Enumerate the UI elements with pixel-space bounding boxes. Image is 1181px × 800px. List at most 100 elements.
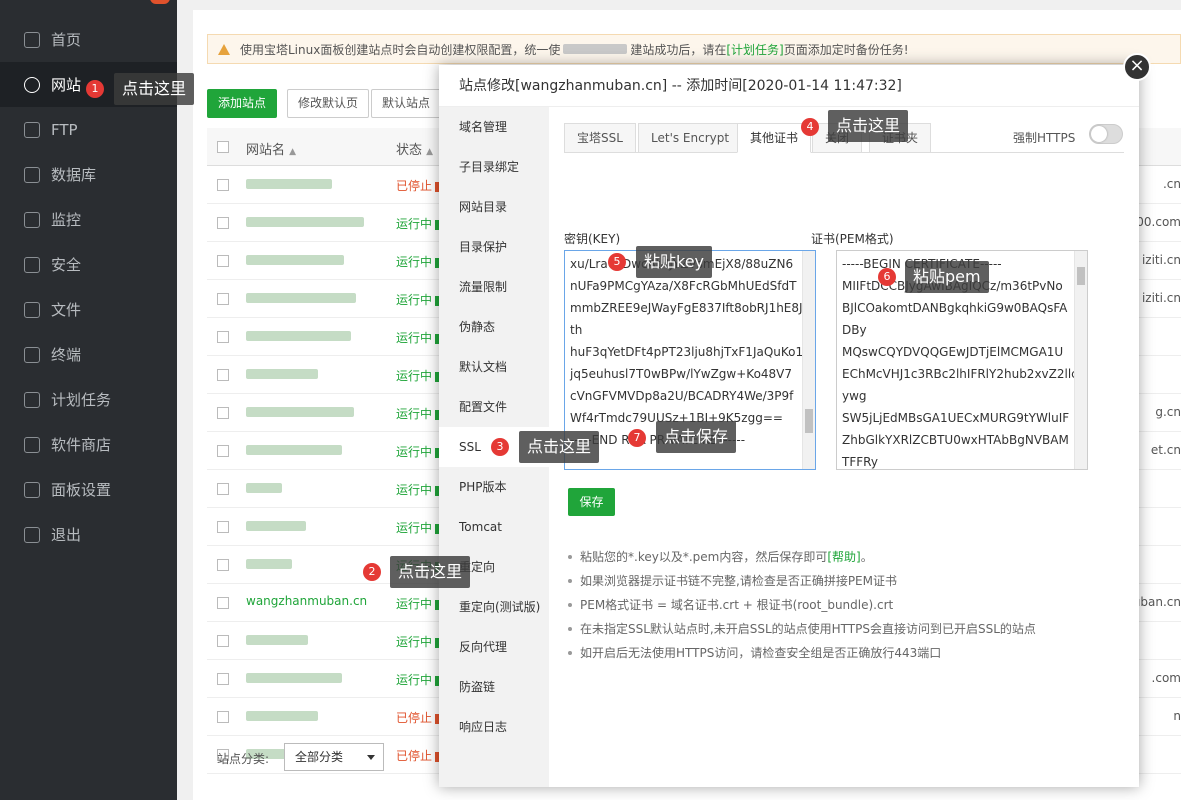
default-site-button[interactable]: 默认站点	[371, 89, 442, 118]
col-site-name[interactable]: 网站名 ▲	[246, 139, 296, 158]
modal-nav-domain[interactable]: 域名管理	[439, 107, 549, 147]
sidebar-item-logout[interactable]: 退出	[0, 512, 177, 557]
status-badge[interactable]: 已停止	[396, 747, 440, 764]
status-badge[interactable]: 运行中	[396, 443, 440, 460]
sidebar-item-cron[interactable]: 计划任务	[0, 377, 177, 422]
help-link[interactable]: [帮助]	[827, 550, 860, 564]
status-badge[interactable]: 运行中	[396, 671, 440, 688]
select-all-checkbox[interactable]	[217, 141, 229, 153]
sidebar-item-ftp[interactable]: FTP	[0, 107, 177, 152]
status-badge[interactable]: 运行中	[396, 595, 440, 612]
row-checkbox[interactable]	[217, 293, 229, 305]
row-checkbox[interactable]	[217, 635, 229, 647]
redacted-site-name[interactable]	[246, 673, 342, 683]
sidebar-item-store[interactable]: 软件商店	[0, 422, 177, 467]
modal-nav-site-dir[interactable]: 网站目录	[439, 187, 549, 227]
modal-nav-redirect-beta[interactable]: 重定向(测试版)	[439, 587, 549, 627]
pem-scrollbar[interactable]	[1074, 251, 1087, 469]
row-checkbox[interactable]	[217, 331, 229, 343]
status-badge[interactable]: 运行中	[396, 253, 440, 270]
status-badge[interactable]: 已停止	[396, 177, 440, 194]
status-badge[interactable]: 运行中	[396, 519, 440, 536]
redacted-site-name[interactable]	[246, 483, 282, 493]
row-checkbox[interactable]	[217, 711, 229, 723]
col-status[interactable]: 状态 ▲	[396, 139, 433, 158]
status-badge[interactable]: 运行中	[396, 405, 440, 422]
modal-nav-subdir[interactable]: 子目录绑定	[439, 147, 549, 187]
modal-nav-default-doc[interactable]: 默认文档	[439, 347, 549, 387]
modal-nav-config[interactable]: 配置文件	[439, 387, 549, 427]
modify-default-page-button[interactable]: 修改默认页	[287, 89, 370, 118]
row-checkbox[interactable]	[217, 597, 229, 609]
redacted-site-name[interactable]	[246, 407, 354, 417]
modal-nav-dir-protect[interactable]: 目录保护	[439, 227, 549, 267]
tab-bt-ssl[interactable]: 宝塔SSL	[564, 123, 636, 153]
redacted-site-name[interactable]	[246, 369, 318, 379]
gear-icon	[24, 481, 40, 498]
redacted-site-name[interactable]	[246, 255, 344, 265]
step-badge-3: 3	[491, 438, 509, 456]
sidebar-item-label: 软件商店	[51, 436, 112, 454]
row-checkbox[interactable]	[217, 255, 229, 267]
sidebar-item-settings[interactable]: 面板设置	[0, 467, 177, 512]
status-badge[interactable]: 已停止	[396, 709, 440, 726]
sidebar-item-home[interactable]: 首页	[0, 17, 177, 62]
row-checkbox[interactable]	[217, 369, 229, 381]
status-badge[interactable]: 运行中	[396, 329, 440, 346]
sidebar-item-label: 退出	[51, 526, 82, 544]
status-badge[interactable]: 运行中	[396, 215, 440, 232]
modal-nav-traffic[interactable]: 流量限制	[439, 267, 549, 307]
row-checkbox[interactable]	[217, 179, 229, 191]
sidebar-item-database[interactable]: 数据库	[0, 152, 177, 197]
redacted-site-name[interactable]	[246, 179, 332, 189]
row-checkbox[interactable]	[217, 217, 229, 229]
sidebar-item-label: 监控	[51, 211, 82, 229]
row-checkbox[interactable]	[217, 407, 229, 419]
tab-other-cert[interactable]: 其他证书	[737, 123, 812, 153]
site-name-link[interactable]: wangzhanmuban.cn	[246, 594, 367, 608]
key-scrollbar[interactable]	[802, 251, 815, 469]
bullet	[568, 579, 572, 583]
redacted-site-name[interactable]	[246, 521, 306, 531]
redacted-site-name[interactable]	[246, 293, 356, 303]
row-checkbox[interactable]	[217, 445, 229, 457]
redacted-site-name[interactable]	[246, 331, 351, 341]
modal-nav-hotlink[interactable]: 防盗链	[439, 667, 549, 707]
modal-nav-proxy[interactable]: 反向代理	[439, 627, 549, 667]
row-checkbox[interactable]	[217, 521, 229, 533]
category-select[interactable]: 全部分类	[284, 743, 384, 771]
status-badge[interactable]: 运行中	[396, 291, 440, 308]
add-site-button[interactable]: 添加站点	[207, 89, 278, 118]
modal-nav-rewrite[interactable]: 伪静态	[439, 307, 549, 347]
force-https-toggle[interactable]	[1089, 124, 1123, 144]
sidebar-item-monitor[interactable]: 监控	[0, 197, 177, 242]
cron-link[interactable]: [计划任务]	[726, 41, 783, 58]
tip-suffix: 。	[860, 550, 873, 564]
sidebar: 首页 网站 FTP 数据库 监控 安全 文件 终端 计划任务 软件商店 面板设置…	[0, 0, 177, 800]
logout-icon	[24, 526, 40, 543]
step-badge-5: 5	[608, 253, 626, 271]
status-badge[interactable]: 运行中	[396, 367, 440, 384]
modal-nav-php[interactable]: PHP版本	[439, 467, 549, 507]
tab-letsencrypt[interactable]: Let's Encrypt	[638, 123, 743, 153]
save-button[interactable]: 保存	[568, 488, 615, 516]
redacted-site-name[interactable]	[246, 635, 308, 645]
row-checkbox[interactable]	[217, 673, 229, 685]
scroll-thumb[interactable]	[1077, 267, 1085, 285]
row-checkbox[interactable]	[217, 483, 229, 495]
redacted-site-name[interactable]	[246, 445, 342, 455]
close-icon[interactable]: ×	[1123, 53, 1151, 81]
status-badge[interactable]: 运行中	[396, 633, 440, 650]
status-badge[interactable]: 运行中	[396, 481, 440, 498]
redacted-site-name[interactable]	[246, 217, 364, 227]
redacted-site-name[interactable]	[246, 711, 318, 721]
redacted-site-name[interactable]	[246, 559, 292, 569]
text-line: mmbZREE9eJWayFgE837Ift8obRJ1hE8J	[570, 301, 803, 315]
modal-nav-tomcat[interactable]: Tomcat	[439, 507, 549, 547]
sidebar-item-security[interactable]: 安全	[0, 242, 177, 287]
sidebar-item-terminal[interactable]: 终端	[0, 332, 177, 377]
modal-nav-log[interactable]: 响应日志	[439, 707, 549, 747]
sidebar-item-files[interactable]: 文件	[0, 287, 177, 332]
row-checkbox[interactable]	[217, 559, 229, 571]
scroll-thumb[interactable]	[805, 409, 813, 433]
